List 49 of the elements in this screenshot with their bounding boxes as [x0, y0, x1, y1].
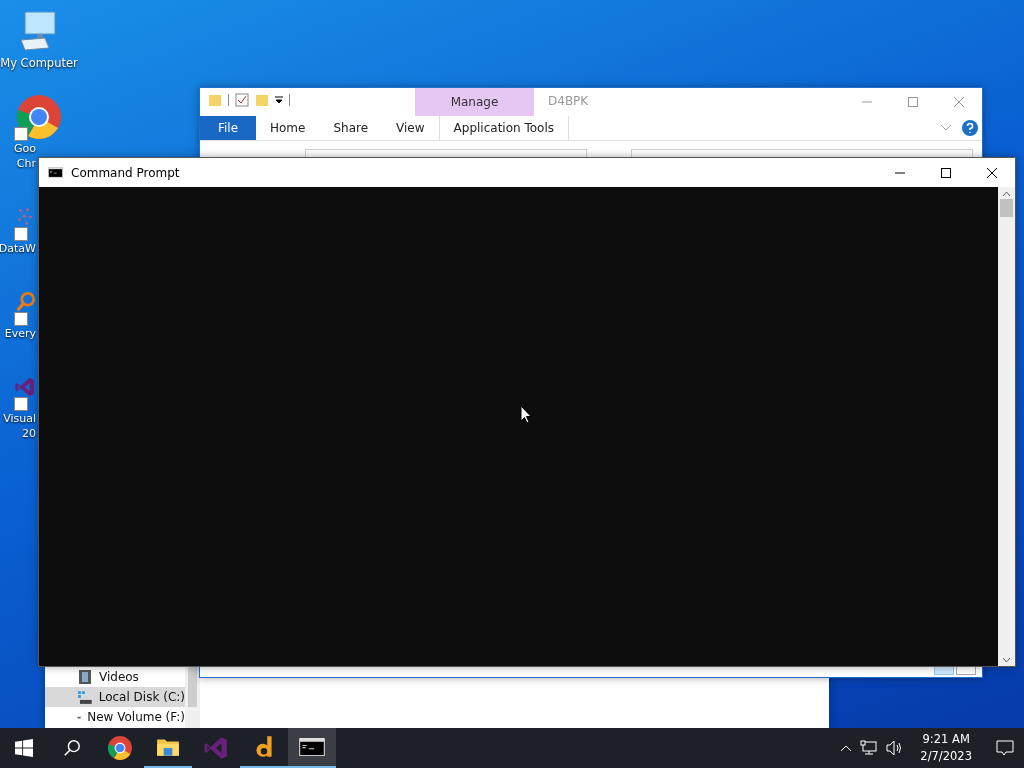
ribbon-tab[interactable]: Share [319, 116, 383, 140]
network-icon[interactable] [860, 740, 879, 756]
scrollbar[interactable] [998, 187, 1015, 666]
checkmark-icon [235, 93, 249, 107]
icon-label: Chr [16, 156, 36, 171]
close-icon [987, 167, 997, 178]
help-icon[interactable] [962, 120, 978, 136]
nav-item[interactable]: New Volume (F:) [45, 707, 185, 727]
icon-label: Goo [14, 141, 36, 156]
icon-label: DataW [0, 241, 36, 256]
search-icon [63, 739, 81, 757]
scroll-down-icon[interactable] [1002, 657, 1011, 663]
scroll-up-icon[interactable] [1002, 191, 1011, 197]
nav-item[interactable]: Local Disk (C:) [45, 687, 185, 707]
windows-logo-icon [15, 739, 33, 757]
maximize-icon [941, 167, 951, 178]
dropdown-icon [275, 96, 283, 104]
console-icon [299, 737, 325, 757]
icon-label: Every [4, 326, 36, 341]
minimize-icon [862, 101, 872, 103]
maximize-icon [908, 97, 918, 107]
folder-icon [255, 93, 269, 107]
drive-icon [77, 689, 93, 705]
context-tab-header: Manage [415, 88, 534, 116]
icon-label: 20 [22, 426, 36, 441]
clock[interactable]: 9:21 AM 2/7/2023 [912, 731, 980, 765]
console-icon [48, 167, 63, 178]
nav-item[interactable]: Videos [45, 667, 185, 687]
window-title: Command Prompt [71, 165, 181, 180]
ribbon-tab[interactable]: File [200, 116, 256, 140]
icon-label: My Computer [0, 56, 78, 71]
chevron-up-icon[interactable] [840, 744, 853, 752]
close-icon [954, 97, 964, 107]
folder-icon [208, 93, 222, 107]
chrome-icon [107, 735, 133, 761]
minimize-icon [895, 171, 905, 174]
notification-icon[interactable] [996, 740, 1014, 756]
window-title: D4BPK [548, 94, 590, 108]
ribbon-tab[interactable]: Application Tools [438, 116, 569, 140]
scrollbar[interactable] [185, 667, 200, 728]
ribbon-tab[interactable]: View [382, 116, 439, 140]
film-icon [77, 669, 93, 685]
ribbon-tab[interactable]: Home [256, 116, 320, 140]
scroll-thumb[interactable] [1000, 199, 1013, 217]
chrome-icon [15, 93, 63, 141]
taskbar-button[interactable] [288, 728, 336, 768]
icon-label: Visual [3, 411, 36, 426]
studio-icon [203, 735, 229, 761]
mouse-pointer-icon [520, 405, 532, 424]
